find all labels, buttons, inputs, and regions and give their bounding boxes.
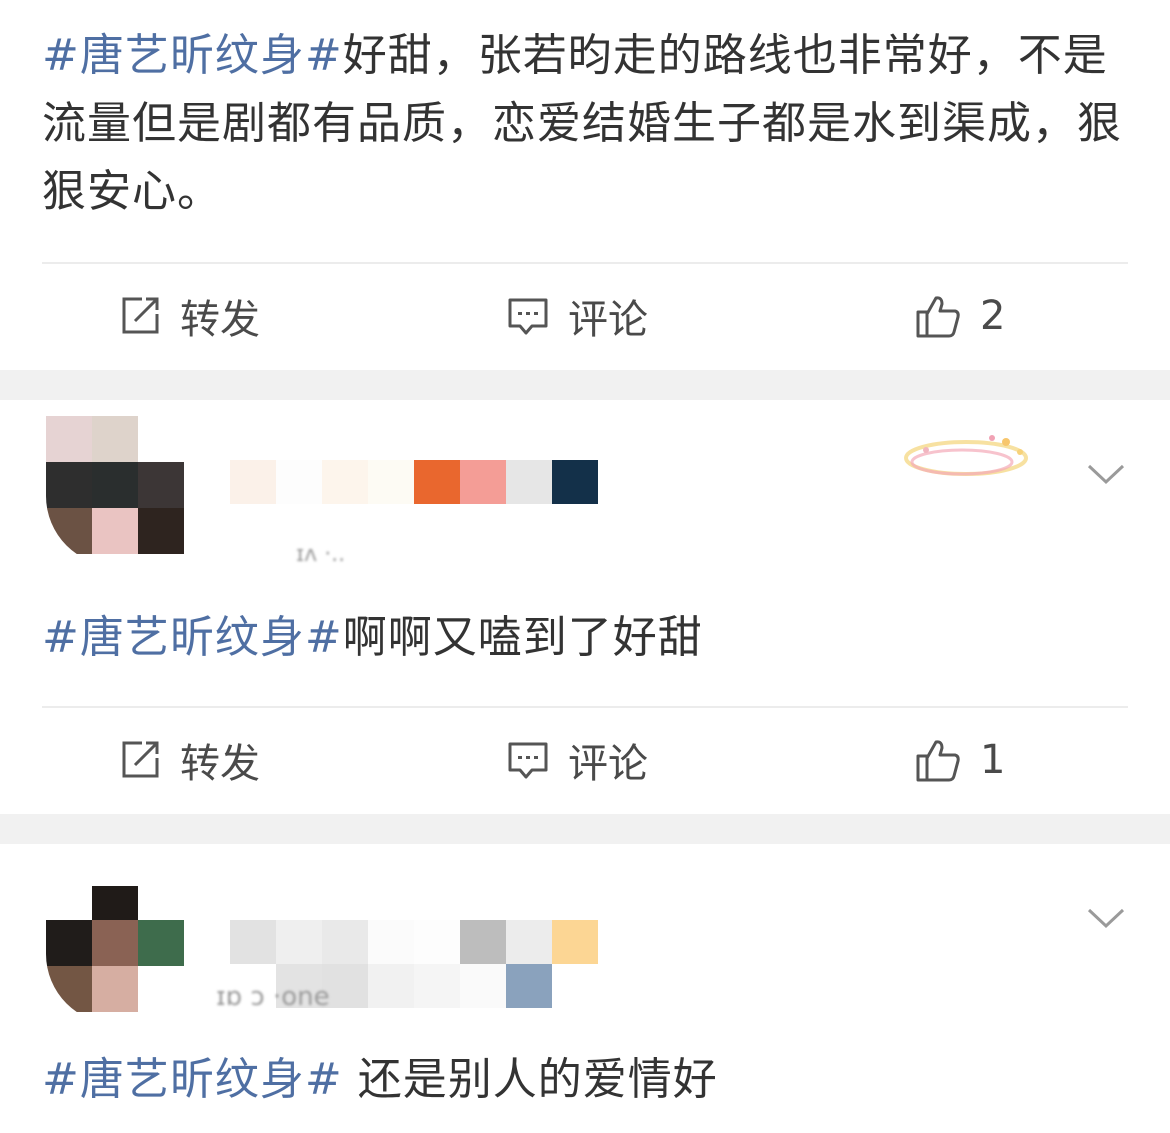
post-3-text: #唐艺昕纹身# 还是别人的爱情好 — [42, 1046, 1130, 1114]
post-1-text: #唐艺昕纹身#好甜，张若昀走的路线也非常好，不是流量但是剧都有品质，恋爱结婚生子… — [42, 22, 1130, 226]
weibo-comment-feed: #唐艺昕纹身#好甜，张若昀走的路线也非常好，不是流量但是剧都有品质，恋爱结婚生子… — [0, 0, 1170, 1133]
like-icon — [916, 740, 960, 782]
topic-link[interactable]: #唐艺昕纹身# — [42, 1054, 343, 1105]
user-meta-redacted: ɪɒ ɔ ·one — [216, 982, 330, 1012]
avatar[interactable] — [46, 874, 186, 1024]
post-1-action-bar: 转发 评论 2 — [0, 262, 1170, 370]
chevron-down-icon[interactable] — [1086, 462, 1126, 486]
like-count: 1 — [980, 737, 1006, 783]
username-redacted[interactable] — [230, 460, 600, 504]
post-2-text: #唐艺昕纹身#啊啊又嗑到了好甜 — [42, 604, 1130, 672]
member-badge-icon — [904, 435, 1028, 476]
like-button[interactable]: 2 — [914, 262, 1005, 370]
topic-link[interactable]: #唐艺昕纹身# — [42, 612, 343, 663]
repost-label: 转发 — [180, 297, 260, 343]
post-2-action-bar: 转发 评论 1 — [0, 706, 1170, 814]
post-body: 还是别人的爱情好 — [342, 1054, 718, 1105]
comment-button[interactable]: 评论 — [506, 262, 648, 370]
post-body: 啊啊又嗑到了好甜 — [342, 612, 703, 663]
avatar[interactable] — [46, 416, 186, 566]
section-separator — [0, 814, 1170, 844]
repost-button[interactable]: 转发 — [118, 262, 260, 370]
repost-icon — [122, 297, 159, 334]
comment-label: 评论 — [568, 741, 648, 787]
comment-label: 评论 — [568, 297, 648, 343]
repost-label: 转发 — [180, 741, 260, 787]
topic-link[interactable]: #唐艺昕纹身# — [42, 30, 343, 81]
user-meta-redacted: ɪʌ ·.. — [296, 542, 346, 567]
comment-icon — [508, 742, 548, 779]
like-count: 2 — [980, 293, 1006, 339]
section-separator — [0, 370, 1170, 400]
comment-icon — [508, 298, 548, 335]
like-icon — [916, 296, 960, 338]
like-button[interactable]: 1 — [914, 706, 1005, 814]
repost-icon — [122, 741, 159, 778]
comment-button[interactable]: 评论 — [506, 706, 648, 814]
chevron-down-icon[interactable] — [1086, 906, 1126, 930]
repost-button[interactable]: 转发 — [118, 706, 260, 814]
